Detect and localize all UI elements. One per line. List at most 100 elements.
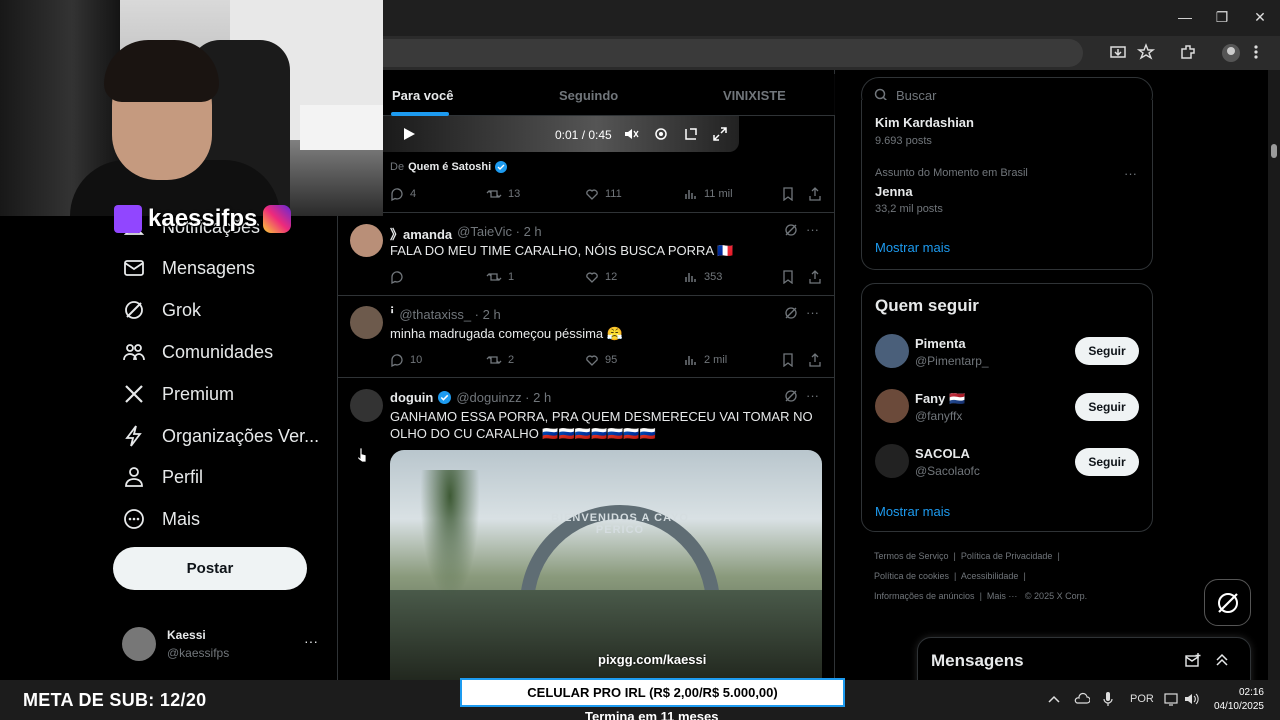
grok-floating-button[interactable] — [1204, 579, 1251, 626]
volume-icon[interactable] — [1184, 692, 1200, 706]
collapse-up-icon[interactable] — [1214, 652, 1230, 668]
post-button[interactable]: Postar — [113, 547, 307, 590]
settings-icon[interactable] — [653, 126, 669, 142]
share-icon[interactable] — [808, 187, 822, 201]
profile-avatar-icon[interactable] — [1220, 42, 1246, 64]
follow-user-handle[interactable]: @Sacolaofc — [915, 464, 980, 478]
bookmark-icon[interactable] — [782, 270, 794, 284]
trend-more-icon[interactable]: ··· — [1124, 166, 1137, 181]
avatar[interactable] — [350, 306, 383, 339]
like-button[interactable]: 12 — [585, 270, 617, 284]
minimize-button[interactable]: — — [1170, 4, 1200, 30]
channel-name: kaessifps — [148, 205, 258, 232]
avatar[interactable] — [875, 334, 909, 368]
footer-link[interactable]: Política de Privacidade — [961, 551, 1053, 561]
tweet-handle[interactable]: @thataxiss_ · 2 h — [399, 307, 500, 322]
trend-name[interactable]: Kim Kardashian — [875, 115, 974, 130]
show-hidden-icons[interactable] — [1048, 694, 1060, 704]
avatar[interactable] — [350, 389, 383, 422]
tab-para-voce[interactable]: Para você — [392, 88, 453, 103]
repost-button[interactable]: 1 — [486, 270, 514, 284]
tweet-media[interactable]: BIENVENIDOS A CAYO PERICO pixgg.com/kaes… — [390, 450, 822, 680]
x-logo-icon — [122, 382, 146, 406]
avatar[interactable] — [875, 444, 909, 478]
follow-user-name[interactable]: Fany 🇳🇱 — [915, 391, 965, 407]
share-icon[interactable] — [808, 353, 822, 367]
reply-button[interactable]: 10 — [390, 353, 422, 367]
sidebar-item-grok[interactable]: Grok — [122, 295, 201, 325]
like-button[interactable]: 111 — [585, 187, 622, 201]
pip-icon[interactable] — [683, 126, 699, 142]
follow-user-handle[interactable]: @fanyffx — [915, 409, 962, 423]
tweet-more-icon[interactable]: ··· — [806, 305, 819, 320]
sidebar-item-premium[interactable]: Premium — [122, 379, 234, 409]
grok-icon[interactable] — [784, 389, 798, 403]
avatar[interactable] — [350, 224, 383, 257]
like-button[interactable]: 95 — [585, 353, 617, 367]
follow-button[interactable]: Seguir — [1075, 448, 1139, 476]
network-icon[interactable] — [1164, 692, 1180, 706]
tweet-author-name[interactable]: ꜞ — [390, 307, 394, 322]
footer-link[interactable]: Política de cookies — [874, 571, 949, 581]
tweet-handle[interactable]: @doguinzz · 2 h — [456, 390, 551, 405]
tweet-author-name[interactable]: 》amanda — [390, 224, 452, 243]
sidebar-item-perfil[interactable]: Perfil — [122, 462, 203, 492]
fullscreen-icon[interactable] — [712, 126, 728, 142]
repost-button[interactable]: 2 — [486, 353, 514, 367]
follow-button[interactable]: Seguir — [1075, 337, 1139, 365]
play-icon[interactable] — [402, 127, 416, 141]
follow-user-name[interactable]: Pimenta — [915, 336, 966, 351]
reply-button[interactable]: 4 — [390, 187, 416, 201]
tweet-handle[interactable]: @TaieVic · 2 h — [457, 224, 542, 243]
follow-user-name[interactable]: SACOLA — [915, 446, 970, 461]
sidebar-item-mais[interactable]: Mais — [122, 504, 200, 534]
microphone-icon[interactable] — [1102, 691, 1114, 707]
follow-user-handle[interactable]: @Pimentarp_ — [915, 354, 989, 368]
account-switcher[interactable]: Kaessi @kaessifps ··· — [122, 625, 327, 665]
mute-icon[interactable] — [623, 126, 639, 142]
bookmark-star-icon[interactable] — [1136, 42, 1162, 64]
tweet-author-name[interactable]: doguin — [390, 390, 433, 405]
share-icon[interactable] — [808, 270, 822, 284]
tab-vinixiste[interactable]: VINIXISTE — [723, 88, 786, 103]
address-bar[interactable] — [383, 39, 1083, 67]
footer-link[interactable]: Acessibilidade — [961, 571, 1019, 581]
new-message-icon[interactable] — [1184, 652, 1202, 670]
follow-button[interactable]: Seguir — [1075, 393, 1139, 421]
restore-button[interactable]: ❐ — [1207, 4, 1237, 30]
show-more-trends[interactable]: Mostrar mais — [875, 240, 950, 255]
install-app-icon[interactable] — [1108, 42, 1134, 64]
tab-seguindo[interactable]: Seguindo — [559, 88, 618, 103]
trend-name[interactable]: Jenna — [875, 184, 913, 199]
footer-link[interactable]: Informações de anúncios — [874, 591, 975, 601]
clock-date[interactable]: 04/10/2025 — [1206, 701, 1264, 712]
grok-icon[interactable] — [784, 223, 798, 237]
clock-time[interactable]: 02:16 — [1230, 687, 1264, 698]
language-indicator[interactable]: POR — [1130, 693, 1154, 705]
reply-button[interactable] — [390, 270, 410, 284]
views-button[interactable]: 2 mil — [684, 353, 727, 367]
extensions-icon[interactable] — [1178, 42, 1204, 64]
tweet-more-icon[interactable]: ··· — [806, 388, 819, 403]
repost-button[interactable]: 13 — [486, 187, 520, 201]
close-window-button[interactable]: ✕ — [1245, 4, 1275, 30]
bookmark-icon[interactable] — [782, 187, 794, 201]
sidebar-item-organizacoes[interactable]: Organizações Ver... — [122, 421, 319, 451]
tweet-more-icon[interactable]: ··· — [806, 222, 819, 237]
grok-icon[interactable] — [784, 306, 798, 320]
browser-menu-icon[interactable] — [1252, 42, 1278, 64]
sidebar-item-mensagens[interactable]: Mensagens — [122, 253, 255, 283]
bookmark-icon[interactable] — [782, 353, 794, 367]
sidebar-item-comunidades[interactable]: Comunidades — [122, 337, 273, 367]
views-button[interactable]: 353 — [684, 270, 722, 284]
footer-link[interactable]: Termos de Serviço — [874, 551, 949, 561]
views-button[interactable]: 11 mil — [684, 187, 733, 201]
account-more-icon[interactable]: ··· — [304, 633, 318, 649]
footer-link[interactable]: Mais ··· — [987, 591, 1018, 601]
avatar[interactable] — [875, 389, 909, 423]
scrollbar-thumb[interactable] — [1271, 144, 1277, 158]
page-scrollbar[interactable] — [1268, 70, 1280, 680]
from-name[interactable]: Quem é Satoshi — [408, 161, 491, 173]
show-more-follow[interactable]: Mostrar mais — [875, 504, 950, 519]
onedrive-icon[interactable] — [1074, 692, 1090, 706]
